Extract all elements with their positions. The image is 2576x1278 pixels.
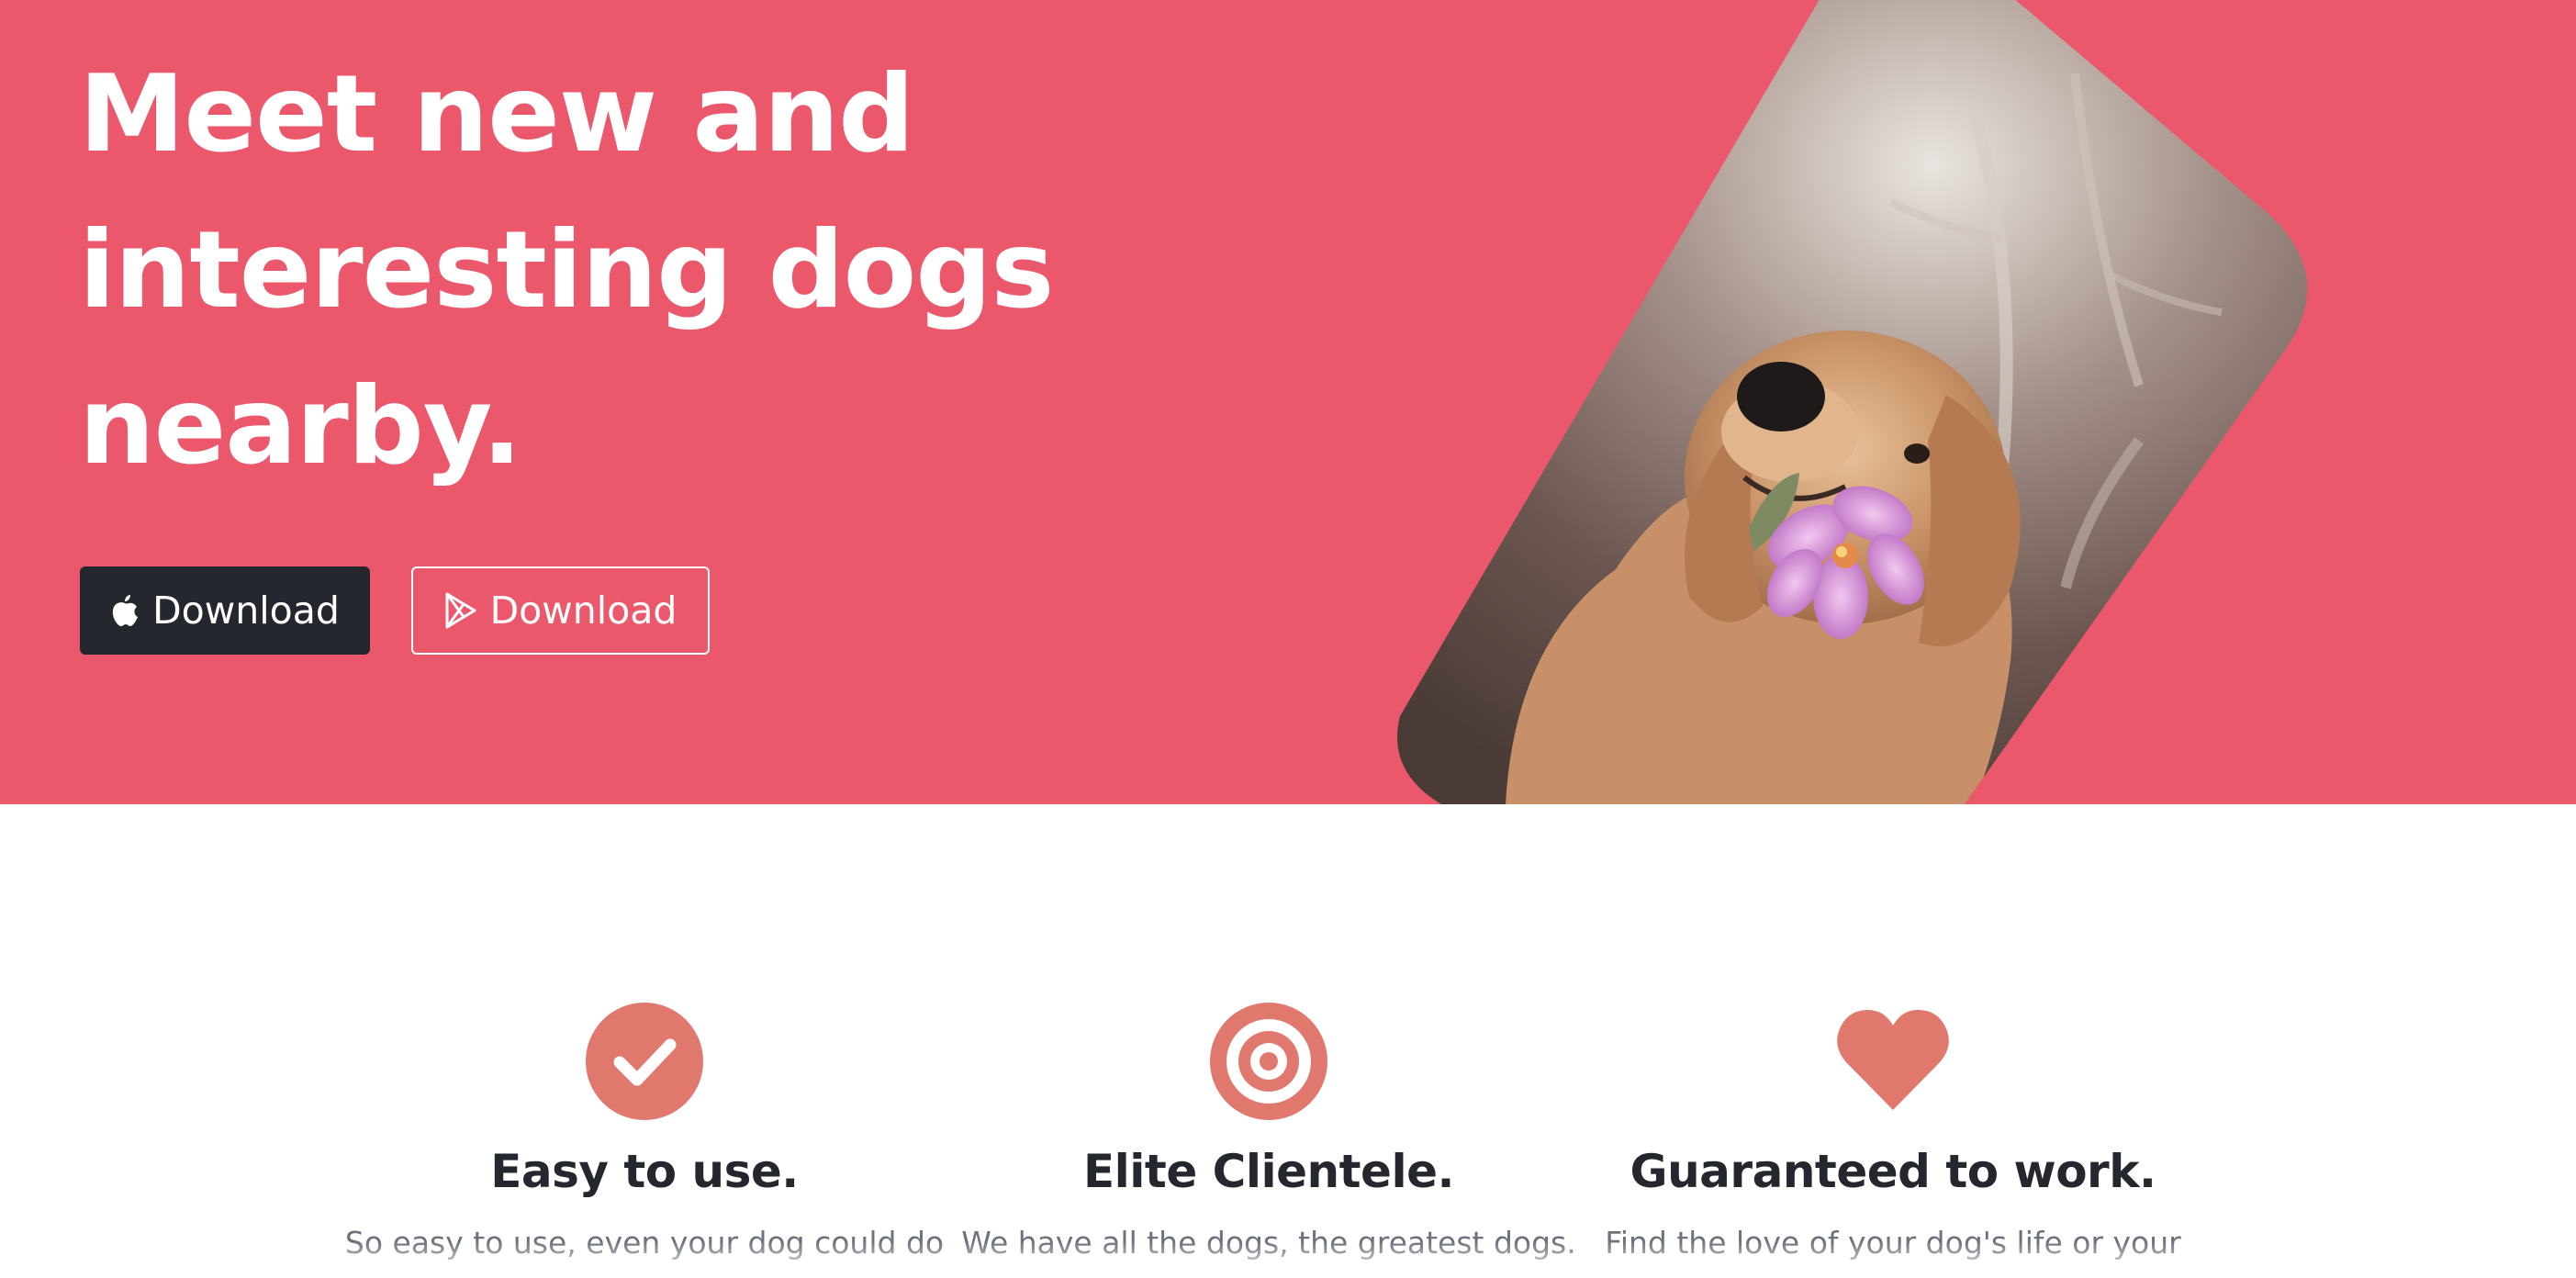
feature-easy-to-use: Easy to use. So easy to use, even your d…	[332, 1002, 957, 1275]
hero-section: Meet new and interesting dogs nearby. Do…	[0, 0, 2576, 804]
bullseye-icon	[1210, 1003, 1327, 1120]
feature-guaranteed-to-work: Guaranteed to work. Find the love of you…	[1581, 1002, 2205, 1275]
feature-title: Easy to use.	[490, 1145, 799, 1198]
feature-title: Guaranteed to work.	[1630, 1145, 2156, 1198]
heart-icon	[1837, 1009, 1949, 1110]
check-circle-icon	[586, 1003, 703, 1120]
feature-elite-clientele: Elite Clientele. We have all the dogs, t…	[957, 1002, 1581, 1275]
feature-title: Elite Clientele.	[1083, 1145, 1455, 1198]
dog-with-flower-photo	[0, 0, 2576, 804]
features-section: Easy to use. So easy to use, even your d…	[0, 804, 2576, 1278]
bottom-fade	[0, 1241, 2576, 1278]
